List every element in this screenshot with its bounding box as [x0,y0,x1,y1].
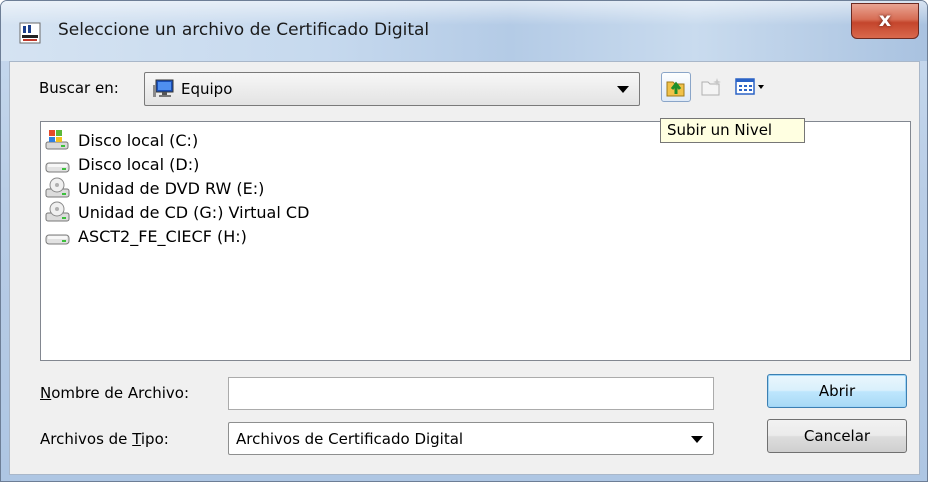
optical-drive-icon [45,177,70,198]
title-bar[interactable]: Seleccione un archivo de Certificado Dig… [1,1,927,61]
up-one-level-button[interactable] [661,72,691,102]
new-folder-button[interactable] [698,72,726,102]
close-button[interactable]: x [851,3,919,39]
chevron-down-icon [691,435,703,443]
file-name: ASCT2_FE_CIECF (H:) [78,226,247,246]
system-drive-icon [45,130,69,150]
look-in-combo[interactable]: Equipo [144,72,640,106]
file-name: Unidad de DVD RW (E:) [78,178,265,198]
hard-drive-icon [45,162,70,173]
file-chooser-window: Seleccione un archivo de Certificado Dig… [0,0,928,482]
mnemonic-key: N [40,384,52,402]
cancel-button[interactable]: Cancelar [767,419,907,453]
list-item[interactable]: Unidad de DVD RW (E:) [45,176,264,200]
chevron-down-icon [617,86,629,93]
list-item[interactable]: Unidad de CD (G:) Virtual CD [45,200,309,224]
file-list[interactable]: Disco local (C:) Disco local (D:) Unidad… [40,121,911,361]
file-name-input[interactable] [228,377,714,410]
list-item[interactable]: ASCT2_FE_CIECF (H:) [45,224,247,248]
optical-drive-icon [45,201,70,222]
file-name: Unidad de CD (G:) Virtual CD [78,202,310,222]
file-name: Disco local (D:) [78,154,200,174]
label-text: Archivos de [40,430,133,448]
look-in-value: Equipo [181,80,233,98]
java-app-icon [19,22,41,44]
mnemonic-key: T [132,430,141,448]
dialog-body: Buscar en: Equipo Disco local (C:) Disco… [9,61,920,475]
list-item[interactable]: Disco local (D:) [45,152,199,176]
up-one-level-icon [666,81,685,97]
label-text: ombre de Archivo: [51,384,190,402]
look-in-label: Buscar en: [39,79,119,97]
hard-drive-icon [45,234,70,245]
file-type-value: Archivos de Certificado Digital [236,429,464,448]
file-type-label: Archivos de Tipo: [40,430,169,448]
view-menu-button[interactable] [732,72,772,102]
window-title: Seleccione un archivo de Certificado Dig… [58,20,430,40]
list-item[interactable]: Disco local (C:) [45,128,198,152]
file-name-label: Nombre de Archivo: [40,384,189,402]
file-type-combo[interactable]: Archivos de Certificado Digital [228,422,714,455]
tooltip: Subir un Nivel [660,118,805,143]
close-icon: x [878,9,892,31]
label-text: ipo: [140,430,169,448]
new-folder-icon [701,78,721,96]
open-button[interactable]: Abrir [767,374,907,408]
view-menu-icon [735,78,764,95]
file-name: Disco local (C:) [78,130,199,150]
computer-icon [153,79,174,97]
